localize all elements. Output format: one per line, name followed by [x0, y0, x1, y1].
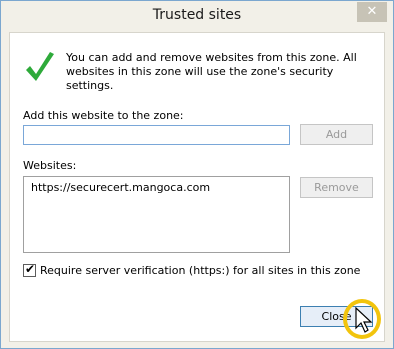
title-bar: Trusted sites ✕ — [1, 1, 393, 32]
require-verification-label[interactable]: Require server verification (https:) for… — [40, 264, 360, 277]
add-website-label: Add this website to the zone: — [23, 109, 184, 122]
require-verification-checkbox[interactable]: ✔ — [23, 262, 36, 277]
trusted-sites-dialog: Trusted sites ✕ You can add and remove w… — [0, 0, 394, 349]
checkmark-icon: ✔ — [25, 262, 36, 276]
info-text: You can add and remove websites from thi… — [66, 51, 357, 92]
websites-list[interactable]: https://securecert.mangoca.com — [23, 176, 290, 253]
remove-button[interactable]: Remove — [300, 177, 373, 198]
green-checkmark-icon — [26, 52, 54, 81]
add-button[interactable]: Add — [300, 124, 373, 145]
add-website-input[interactable] — [23, 125, 290, 145]
websites-label: Websites: — [23, 159, 77, 172]
window-close-button[interactable]: ✕ — [357, 2, 387, 22]
dialog-body: You can add and remove websites from thi… — [9, 32, 385, 342]
dialog-title: Trusted sites — [152, 7, 242, 23]
list-item[interactable]: https://securecert.mangoca.com — [31, 181, 210, 194]
mouse-cursor-icon — [355, 307, 373, 333]
